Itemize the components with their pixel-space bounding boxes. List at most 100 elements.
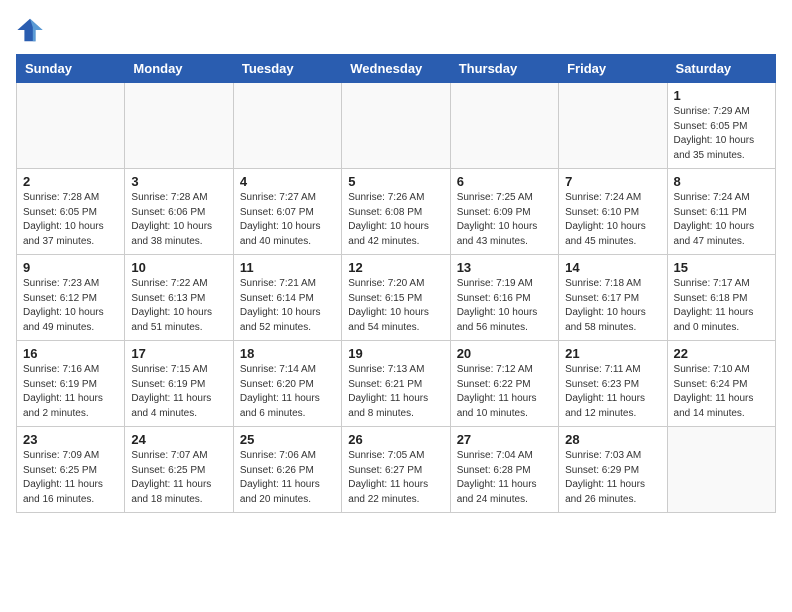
day-number: 22 [674, 346, 769, 361]
day-number: 5 [348, 174, 443, 189]
day-number: 6 [457, 174, 552, 189]
day-info: Sunrise: 7:16 AM Sunset: 6:19 PM Dayligh… [23, 363, 118, 421]
calendar-cell: 10 Sunrise: 7:22 AM Sunset: 6:13 PM Dayli… [125, 255, 233, 341]
day-number: 19 [348, 346, 443, 361]
calendar-cell: 28 Sunrise: 7:03 AM Sunset: 6:29 PM Dayli… [559, 427, 667, 513]
day-header-saturday: Saturday [667, 55, 775, 83]
calendar-cell: 17 Sunrise: 7:15 AM Sunset: 6:19 PM Dayli… [125, 341, 233, 427]
calendar-week-2: 2 Sunrise: 7:28 AM Sunset: 6:05 PM Daylig… [17, 169, 776, 255]
day-info: Sunrise: 7:09 AM Sunset: 6:25 PM Dayligh… [23, 449, 118, 507]
calendar-cell [233, 83, 341, 169]
day-info: Sunrise: 7:23 AM Sunset: 6:12 PM Dayligh… [23, 277, 118, 335]
day-info: Sunrise: 7:11 AM Sunset: 6:23 PM Dayligh… [565, 363, 660, 421]
day-number: 3 [131, 174, 226, 189]
day-info: Sunrise: 7:12 AM Sunset: 6:22 PM Dayligh… [457, 363, 552, 421]
calendar-cell: 9 Sunrise: 7:23 AM Sunset: 6:12 PM Daylig… [17, 255, 125, 341]
calendar-cell [559, 83, 667, 169]
day-header-monday: Monday [125, 55, 233, 83]
day-info: Sunrise: 7:17 AM Sunset: 6:18 PM Dayligh… [674, 277, 769, 335]
day-info: Sunrise: 7:07 AM Sunset: 6:25 PM Dayligh… [131, 449, 226, 507]
day-info: Sunrise: 7:05 AM Sunset: 6:27 PM Dayligh… [348, 449, 443, 507]
day-number: 25 [240, 432, 335, 447]
day-number: 8 [674, 174, 769, 189]
day-number: 10 [131, 260, 226, 275]
day-number: 28 [565, 432, 660, 447]
day-info: Sunrise: 7:13 AM Sunset: 6:21 PM Dayligh… [348, 363, 443, 421]
calendar-cell: 27 Sunrise: 7:04 AM Sunset: 6:28 PM Dayli… [450, 427, 558, 513]
calendar-cell: 19 Sunrise: 7:13 AM Sunset: 6:21 PM Dayli… [342, 341, 450, 427]
day-header-tuesday: Tuesday [233, 55, 341, 83]
day-number: 23 [23, 432, 118, 447]
day-number: 2 [23, 174, 118, 189]
calendar-week-1: 1 Sunrise: 7:29 AM Sunset: 6:05 PM Daylig… [17, 83, 776, 169]
calendar-cell: 26 Sunrise: 7:05 AM Sunset: 6:27 PM Dayli… [342, 427, 450, 513]
day-info: Sunrise: 7:03 AM Sunset: 6:29 PM Dayligh… [565, 449, 660, 507]
calendar-cell: 21 Sunrise: 7:11 AM Sunset: 6:23 PM Dayli… [559, 341, 667, 427]
calendar-week-5: 23 Sunrise: 7:09 AM Sunset: 6:25 PM Dayli… [17, 427, 776, 513]
calendar-cell: 25 Sunrise: 7:06 AM Sunset: 6:26 PM Dayli… [233, 427, 341, 513]
day-info: Sunrise: 7:04 AM Sunset: 6:28 PM Dayligh… [457, 449, 552, 507]
day-header-thursday: Thursday [450, 55, 558, 83]
calendar-cell [125, 83, 233, 169]
calendar-cell: 13 Sunrise: 7:19 AM Sunset: 6:16 PM Dayli… [450, 255, 558, 341]
day-number: 4 [240, 174, 335, 189]
day-number: 21 [565, 346, 660, 361]
day-number: 7 [565, 174, 660, 189]
calendar-cell: 4 Sunrise: 7:27 AM Sunset: 6:07 PM Daylig… [233, 169, 341, 255]
calendar-cell: 14Sunrise: 7:18 AM Sunset: 6:17 PM Dayli… [559, 255, 667, 341]
logo [16, 16, 48, 44]
day-number: 9 [23, 260, 118, 275]
day-info: Sunrise: 7:10 AM Sunset: 6:24 PM Dayligh… [674, 363, 769, 421]
calendar-cell: 1 Sunrise: 7:29 AM Sunset: 6:05 PM Daylig… [667, 83, 775, 169]
day-info: Sunrise: 7:22 AM Sunset: 6:13 PM Dayligh… [131, 277, 226, 335]
day-info: Sunrise: 7:19 AM Sunset: 6:16 PM Dayligh… [457, 277, 552, 335]
day-header-sunday: Sunday [17, 55, 125, 83]
day-number: 1 [674, 88, 769, 103]
day-number: 20 [457, 346, 552, 361]
calendar-cell: 18 Sunrise: 7:14 AM Sunset: 6:20 PM Dayli… [233, 341, 341, 427]
calendar-header-row: SundayMondayTuesdayWednesdayThursdayFrid… [17, 55, 776, 83]
day-number: 18 [240, 346, 335, 361]
day-number: 13 [457, 260, 552, 275]
calendar-cell: 11 Sunrise: 7:21 AM Sunset: 6:14 PM Dayli… [233, 255, 341, 341]
calendar-cell: 15 Sunrise: 7:17 AM Sunset: 6:18 PM Dayli… [667, 255, 775, 341]
page-header [16, 16, 776, 44]
calendar-cell: 7 Sunrise: 7:24 AM Sunset: 6:10 PM Daylig… [559, 169, 667, 255]
day-number: 26 [348, 432, 443, 447]
day-info: Sunrise: 7:28 AM Sunset: 6:05 PM Dayligh… [23, 191, 118, 249]
day-header-friday: Friday [559, 55, 667, 83]
day-header-wednesday: Wednesday [342, 55, 450, 83]
calendar-cell [17, 83, 125, 169]
calendar-cell: 23 Sunrise: 7:09 AM Sunset: 6:25 PM Dayli… [17, 427, 125, 513]
day-number: 27 [457, 432, 552, 447]
calendar-cell: 20 Sunrise: 7:12 AM Sunset: 6:22 PM Dayli… [450, 341, 558, 427]
day-number: 16 [23, 346, 118, 361]
day-info: Sunrise: 7:06 AM Sunset: 6:26 PM Dayligh… [240, 449, 335, 507]
calendar-cell: 12 Sunrise: 7:20 AM Sunset: 6:15 PM Dayli… [342, 255, 450, 341]
day-number: 14 [565, 260, 660, 275]
calendar-cell [450, 83, 558, 169]
day-info: Sunrise: 7:29 AM Sunset: 6:05 PM Dayligh… [674, 105, 769, 163]
day-info: Sunrise: 7:14 AM Sunset: 6:20 PM Dayligh… [240, 363, 335, 421]
calendar-week-3: 9 Sunrise: 7:23 AM Sunset: 6:12 PM Daylig… [17, 255, 776, 341]
day-info: Sunrise: 7:21 AM Sunset: 6:14 PM Dayligh… [240, 277, 335, 335]
calendar-table: SundayMondayTuesdayWednesdayThursdayFrid… [16, 54, 776, 513]
logo-icon [16, 16, 44, 44]
calendar-cell: 3 Sunrise: 7:28 AM Sunset: 6:06 PM Daylig… [125, 169, 233, 255]
day-info: Sunrise: 7:28 AM Sunset: 6:06 PM Dayligh… [131, 191, 226, 249]
calendar-cell: 16 Sunrise: 7:16 AM Sunset: 6:19 PM Dayli… [17, 341, 125, 427]
day-number: 24 [131, 432, 226, 447]
calendar-cell [667, 427, 775, 513]
day-info: Sunrise: 7:27 AM Sunset: 6:07 PM Dayligh… [240, 191, 335, 249]
day-number: 11 [240, 260, 335, 275]
calendar-cell [342, 83, 450, 169]
calendar-cell: 22 Sunrise: 7:10 AM Sunset: 6:24 PM Dayli… [667, 341, 775, 427]
day-info: Sunrise: 7:15 AM Sunset: 6:19 PM Dayligh… [131, 363, 226, 421]
day-info: Sunrise: 7:20 AM Sunset: 6:15 PM Dayligh… [348, 277, 443, 335]
day-info: Sunrise: 7:24 AM Sunset: 6:10 PM Dayligh… [565, 191, 660, 249]
calendar-cell: 8Sunrise: 7:24 AM Sunset: 6:11 PM Daylig… [667, 169, 775, 255]
day-number: 12 [348, 260, 443, 275]
day-number: 15 [674, 260, 769, 275]
calendar-cell: 5Sunrise: 7:26 AM Sunset: 6:08 PM Daylig… [342, 169, 450, 255]
day-number: 17 [131, 346, 226, 361]
